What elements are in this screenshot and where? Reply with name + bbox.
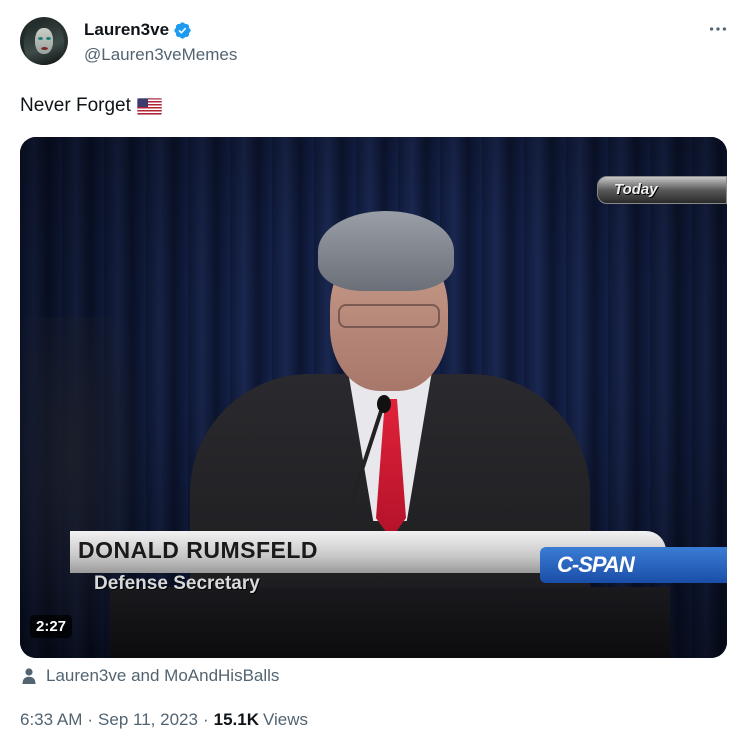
handle[interactable]: @Lauren3veMemes [84,45,237,65]
speaker-hair [318,211,454,291]
display-name[interactable]: Lauren3ve [84,20,169,40]
speaker-glasses [338,304,440,328]
views-label: Views [262,710,309,729]
tweet-time[interactable]: 6:33 AM [20,710,82,730]
more-options-icon[interactable] [706,17,730,41]
meta-separator: · [87,710,94,729]
avatar-face [35,28,53,54]
tweet-text: Never Forget [20,95,162,117]
video-duration: 2:27 [30,615,73,638]
meta-separator: · [202,710,209,729]
us-flag-icon [136,97,162,115]
verified-badge-icon[interactable] [173,21,192,40]
tweet-header: Lauren3ve @Lauren3veMemes [20,17,730,69]
name-row: Lauren3ve [84,20,192,40]
avatar[interactable] [20,17,68,65]
network-logo: C-SPAN [557,552,635,577]
avatar-eye [38,37,43,40]
lower-third-name: DONALD RUMSFELD [78,537,319,563]
microphone-icon [377,395,391,413]
person-icon [22,668,36,684]
today-overlay: Today [597,176,727,204]
avatar-eye [46,37,51,40]
tweet-text-body: Never Forget [20,95,131,116]
views-count: 15.1K [213,710,259,729]
lower-third-title: Defense Secretary [94,573,260,594]
tweet-meta: 6:33 AM · Sep 11, 2023 · 15.1K Views [20,710,308,730]
avatar-lips [41,47,48,50]
reposted-by-text[interactable]: Lauren3ve and MoAndHisBalls [46,666,279,686]
video-player[interactable]: Today DONALD RUMSFELD Defense Secretary … [20,137,727,658]
podium [110,587,670,658]
reposted-by[interactable]: Lauren3ve and MoAndHisBalls [20,664,279,688]
tweet-date[interactable]: Sep 11, 2023 [98,710,198,730]
